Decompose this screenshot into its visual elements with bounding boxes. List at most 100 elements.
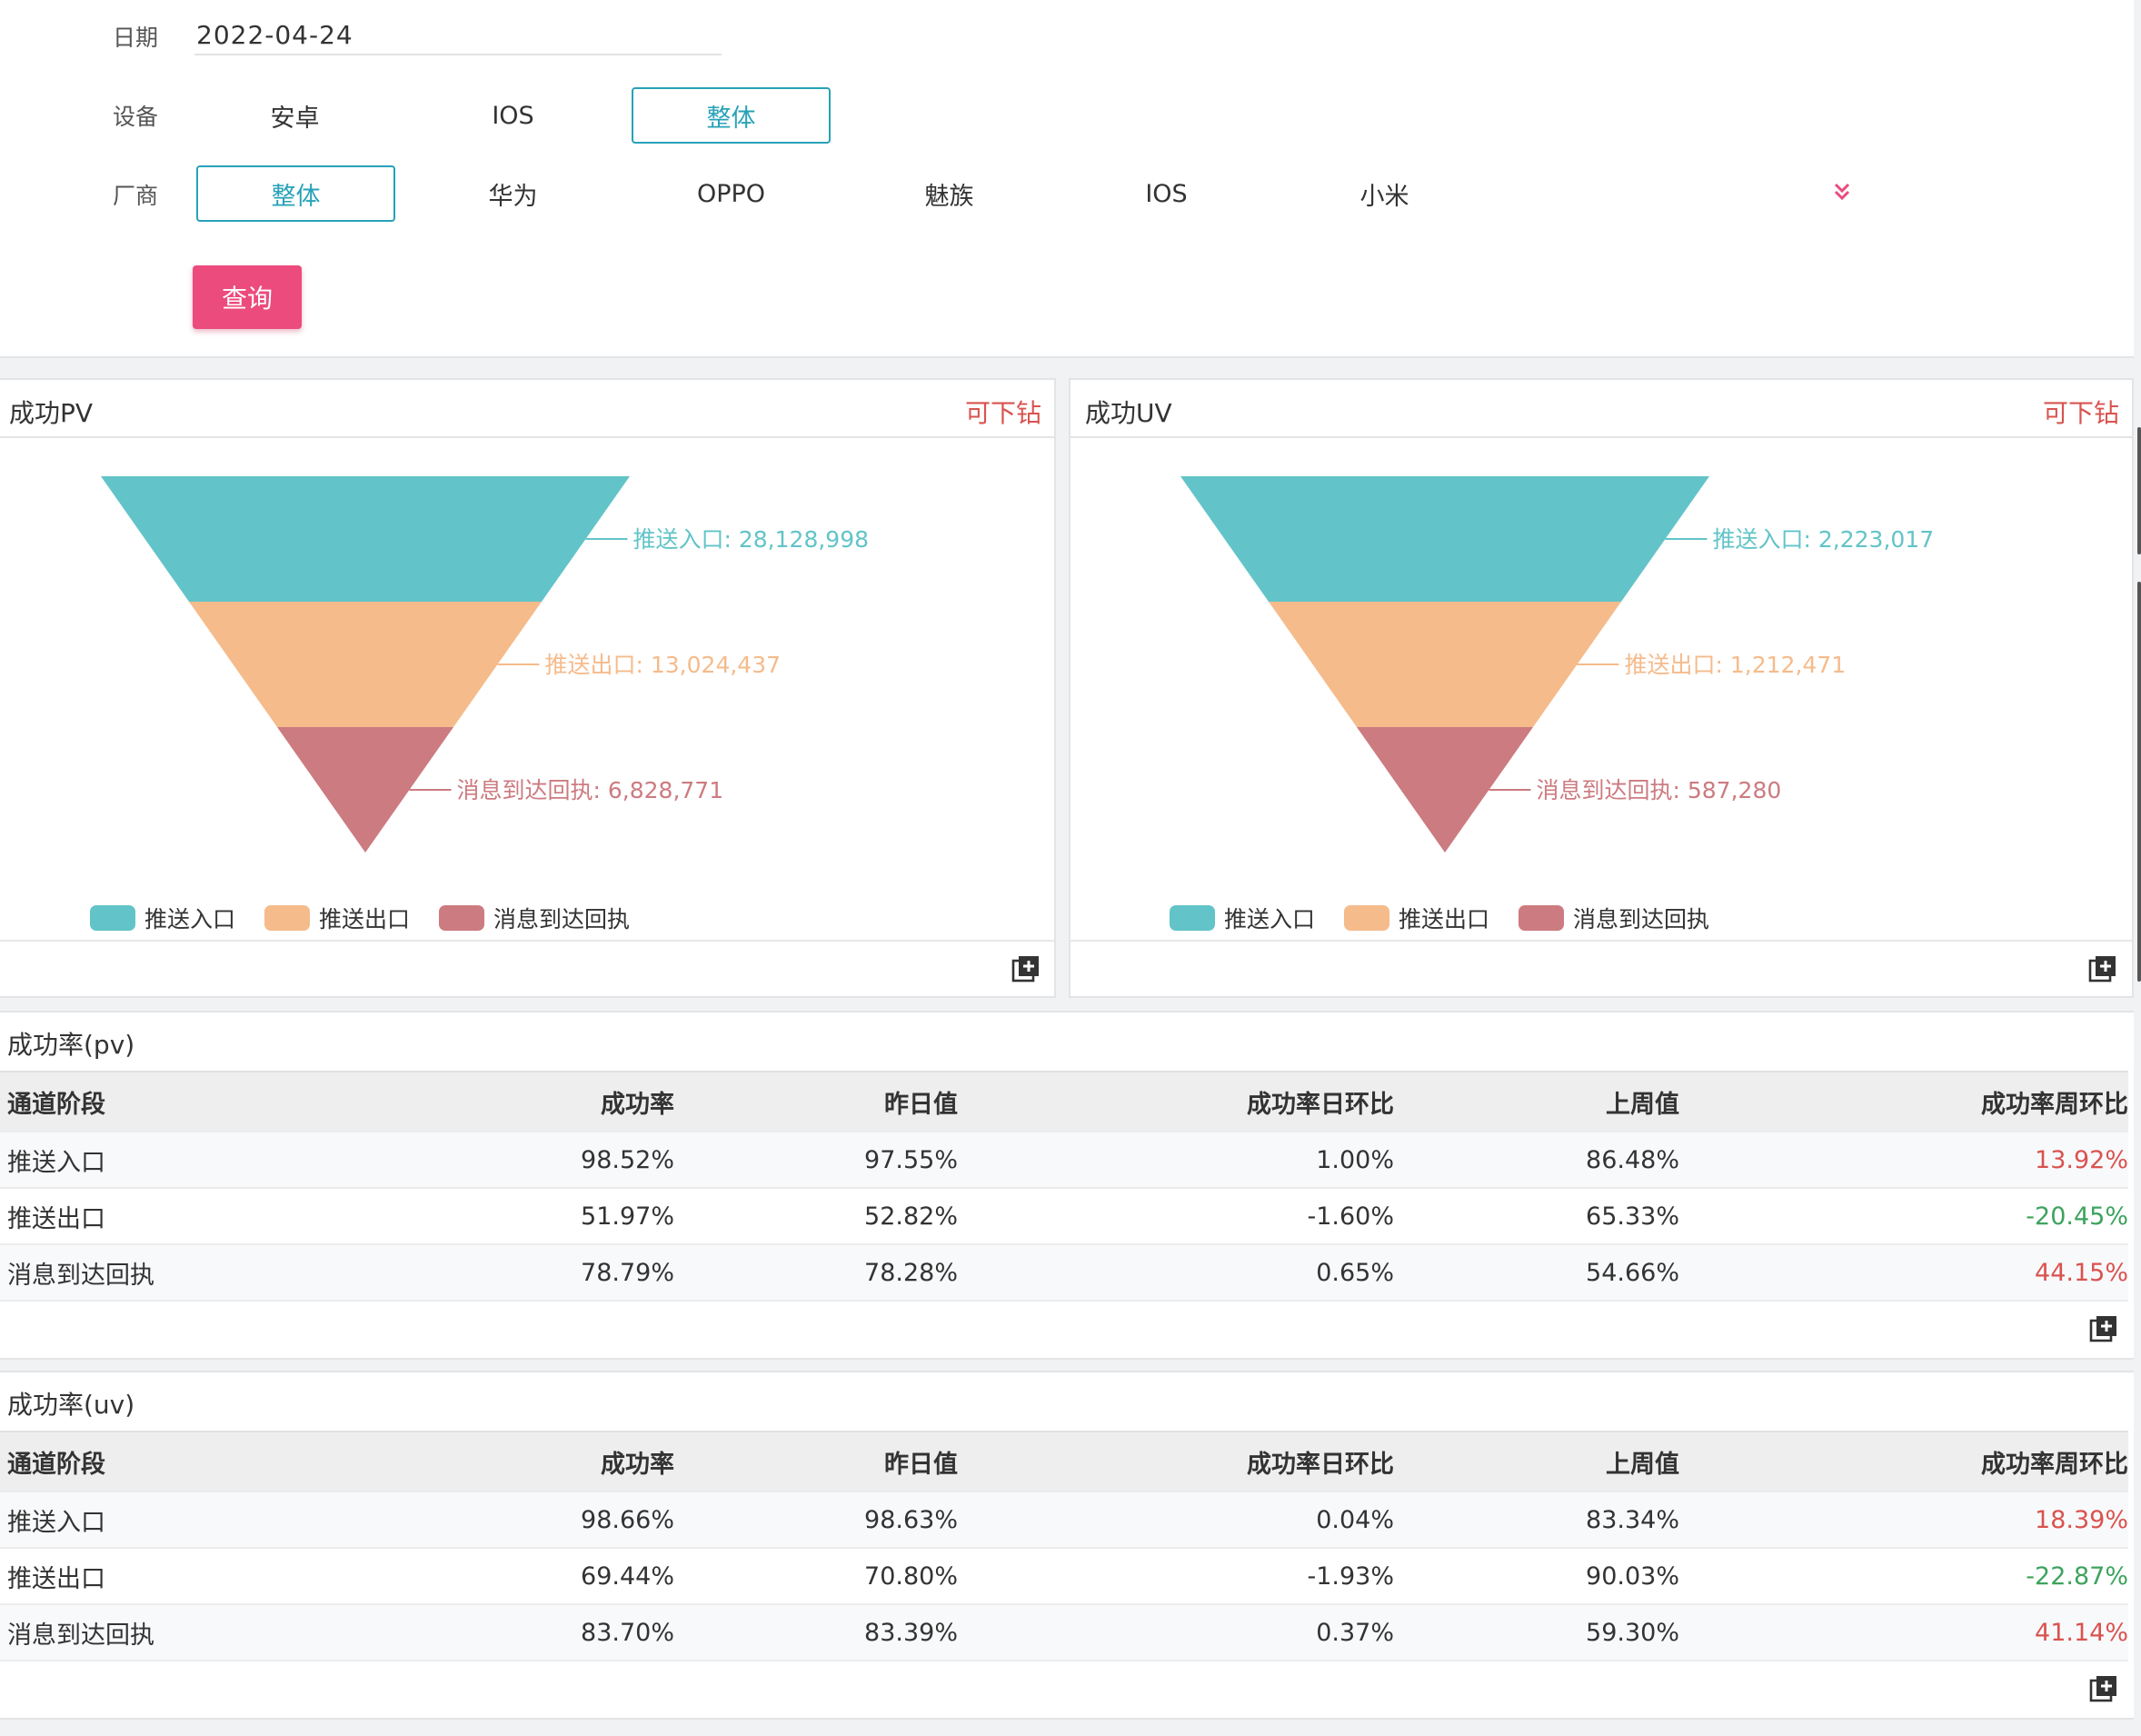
date-input[interactable]: 2022-04-24 (196, 20, 354, 50)
table-card-uv: 成功率(uv) 通道阶段 成功率 昨日值 成功率日环比 上周值 成功率周环比 推… (0, 1371, 2134, 1720)
cell-last-week: 59.30% (1394, 1603, 1679, 1661)
chart-title: 成功PV (9, 398, 94, 428)
col-week-change: 成功率周环比 (1679, 1071, 2128, 1132)
cell-last-week: 86.48% (1394, 1131, 1679, 1188)
funnel-segment-1[interactable] (189, 602, 542, 727)
chart-card-uv: 成功UV 可下钻 推送入口: 2,223,017 推送出口: 1,212,471 消… (1069, 378, 2134, 998)
cell-day-change: 0.65% (958, 1243, 1394, 1302)
cell-stage: 推送入口 (0, 1491, 509, 1548)
cell-last-week: 65.33% (1394, 1187, 1679, 1244)
cell-yesterday: 83.39% (674, 1603, 958, 1661)
cell-rate: 98.52% (509, 1131, 674, 1188)
device-option-android[interactable]: 安卓 (195, 87, 394, 144)
cell-last-week: 90.03% (1394, 1547, 1679, 1604)
funnel-segment-0[interactable] (1180, 476, 1709, 602)
cell-rate: 83.70% (509, 1603, 674, 1661)
device-option-ios[interactable]: IOS (413, 87, 612, 144)
funnel-label: 推送出口: 1,212,471 (1625, 652, 1847, 678)
chart-title: 成功UV (1085, 398, 1172, 428)
table-row: 推送出口 51.97% 52.82% -1.60% 65.33% -20.45% (0, 1187, 2128, 1244)
cell-day-change: 0.37% (958, 1603, 1394, 1661)
vendor-option-all[interactable]: 整体 (196, 165, 395, 222)
legend-swatch[interactable] (1344, 905, 1389, 931)
vendor-option-huawei[interactable]: 华为 (413, 165, 612, 222)
chart-card-pv: 成功PV 可下钻 推送入口: 28,128,998 推送出口: 13,024,43… (0, 378, 1056, 998)
add-to-board-icon[interactable] (1011, 954, 1041, 983)
success-rate-table-pv: 通道阶段 成功率 昨日值 成功率日环比 上周值 成功率周环比 推送入口 98.5… (0, 1071, 2128, 1302)
cell-week-change: 13.92% (1679, 1131, 2128, 1188)
vendor-option-xiaomi[interactable]: 小米 (1285, 165, 1484, 222)
funnel-segment-0[interactable] (101, 476, 630, 602)
date-input-underline (194, 54, 722, 55)
col-last-week: 上周值 (1394, 1071, 1679, 1132)
legend-label[interactable]: 推送入口 (144, 906, 235, 933)
col-stage: 通道阶段 (0, 1431, 509, 1492)
col-day-change: 成功率日环比 (958, 1431, 1394, 1492)
add-to-board-icon[interactable] (2088, 954, 2117, 983)
col-stage: 通道阶段 (0, 1071, 509, 1132)
legend-label[interactable]: 推送出口 (1399, 906, 1489, 933)
cell-week-change: -22.87% (1679, 1547, 2128, 1604)
legend-label[interactable]: 消息到达回执 (1573, 906, 1709, 933)
col-yesterday: 昨日值 (674, 1071, 958, 1132)
vendor-option-oppo[interactable]: OPPO (632, 165, 831, 222)
cell-last-week: 54.66% (1394, 1243, 1679, 1302)
cell-yesterday: 70.80% (674, 1547, 958, 1604)
cell-stage: 推送入口 (0, 1131, 509, 1188)
table-row: 推送入口 98.66% 98.63% 0.04% 83.34% 18.39% (0, 1491, 2128, 1548)
funnel-chart-uv: 推送入口: 2,223,017 推送出口: 1,212,471 消息到达回执: 58… (1170, 476, 1935, 933)
drill-down-link[interactable]: 可下钻 (2043, 394, 2119, 430)
col-rate: 成功率 (509, 1431, 674, 1492)
legend-swatch[interactable] (439, 905, 484, 931)
cell-rate: 69.44% (509, 1547, 674, 1604)
cell-week-change: -20.45% (1679, 1187, 2128, 1244)
legend-label[interactable]: 推送入口 (1224, 906, 1315, 933)
legend-swatch[interactable] (1519, 905, 1564, 931)
filter-panel: 日期 2022-04-24 设备 安卓 IOS 整体 厂商 整体 华为 OPPO… (0, 0, 2134, 358)
funnel-segment-1[interactable] (1269, 602, 1621, 727)
table-card-pv: 成功率(pv) 通道阶段 成功率 昨日值 成功率日环比 上周值 成功率周环比 推… (0, 1011, 2134, 1360)
table-title: 成功率(uv) (7, 1390, 135, 1420)
legend-label[interactable]: 推送出口 (319, 906, 410, 933)
vendor-option-meizu[interactable]: 魅族 (850, 165, 1049, 222)
cell-stage: 消息到达回执 (0, 1243, 509, 1302)
success-rate-table-uv: 通道阶段 成功率 昨日值 成功率日环比 上周值 成功率周环比 推送入口 98.6… (0, 1431, 2128, 1661)
device-option-all[interactable]: 整体 (632, 87, 831, 144)
legend-swatch[interactable] (264, 905, 310, 931)
cell-stage: 推送出口 (0, 1187, 509, 1244)
legend-label[interactable]: 消息到达回执 (493, 906, 630, 933)
cell-stage: 消息到达回执 (0, 1603, 509, 1661)
vendor-option-ios[interactable]: IOS (1067, 165, 1266, 222)
funnel-label: 推送入口: 2,223,017 (1713, 526, 1935, 553)
funnel-label: 推送入口: 28,128,998 (633, 526, 870, 553)
add-to-board-icon[interactable] (2089, 1314, 2118, 1343)
cell-yesterday: 78.28% (674, 1243, 958, 1302)
scrollbar-thumb[interactable] (2137, 427, 2141, 554)
cell-rate: 51.97% (509, 1187, 674, 1244)
divider (0, 940, 1054, 942)
drill-down-link[interactable]: 可下钻 (965, 394, 1041, 430)
col-last-week: 上周值 (1394, 1431, 1679, 1492)
vendor-label: 厂商 (113, 183, 159, 209)
cell-day-change: 0.04% (958, 1491, 1394, 1548)
cell-rate: 78.79% (509, 1243, 674, 1302)
funnel-label: 消息到达回执: 587,280 (1537, 777, 1782, 803)
table-title: 成功率(pv) (7, 1030, 135, 1060)
card-header: 成功UV 可下钻 (1070, 380, 2132, 438)
funnel-label: 消息到达回执: 6,828,771 (457, 777, 724, 803)
table-row: 消息到达回执 78.79% 78.28% 0.65% 54.66% 44.15% (0, 1243, 2128, 1302)
legend-swatch[interactable] (90, 905, 135, 931)
query-button[interactable]: 查询 (193, 265, 302, 329)
cell-rate: 98.66% (509, 1491, 674, 1548)
scrollbar-thumb[interactable] (2137, 582, 2141, 982)
cell-day-change: -1.60% (958, 1187, 1394, 1244)
legend-swatch[interactable] (1170, 905, 1215, 931)
table-header-row: 通道阶段 成功率 昨日值 成功率日环比 上周值 成功率周环比 (0, 1071, 2128, 1132)
divider (1070, 940, 2132, 942)
cell-last-week: 83.34% (1394, 1491, 1679, 1548)
chevron-double-down-icon[interactable] (1830, 180, 1854, 204)
funnel-label: 推送出口: 13,024,437 (545, 652, 782, 678)
cell-week-change: 44.15% (1679, 1243, 2128, 1302)
add-to-board-icon[interactable] (2089, 1674, 2118, 1703)
col-rate: 成功率 (509, 1071, 674, 1132)
